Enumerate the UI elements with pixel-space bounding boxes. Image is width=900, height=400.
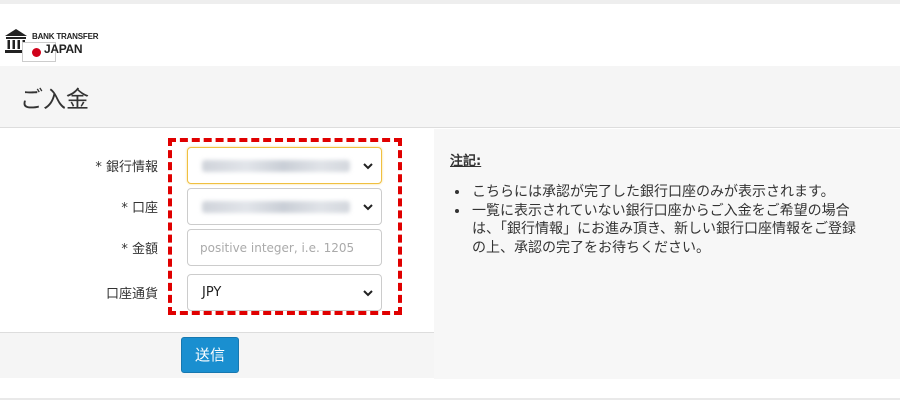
logo-text-line1: BANK TRANSFER xyxy=(32,32,99,41)
account-label: * 口座 xyxy=(121,201,158,216)
top-strip xyxy=(0,0,900,4)
logo-text-line2: JAPAN xyxy=(44,42,83,56)
page-title: ご入金 xyxy=(20,87,89,113)
form-footer: 送信 xyxy=(0,332,434,378)
notes-list: こちらには承認が完了した銀行口座のみが表示されます。 一覧に表示されていない銀行… xyxy=(470,183,865,257)
notes-title: 注記: xyxy=(450,154,482,169)
logo[interactable]: BANK TRANSFER JAPAN xyxy=(4,28,114,64)
notes-item: 一覧に表示されていない銀行口座からご入金をご希望の場合は、「銀行情報」にお進み頂… xyxy=(470,202,865,258)
notes-item: こちらには承認が完了した銀行口座のみが表示されます。 xyxy=(470,183,865,202)
notes-panel: 注記: こちらには承認が完了した銀行口座のみが表示されます。 一覧に表示されてい… xyxy=(434,129,900,379)
currency-label: 口座通貨 xyxy=(105,287,158,302)
amount-label: * 金額 xyxy=(121,242,158,257)
bank-info-label: * 銀行情報 xyxy=(95,160,158,175)
highlight-box xyxy=(168,138,402,315)
submit-button[interactable]: 送信 xyxy=(181,337,239,373)
title-bar: ご入金 xyxy=(0,66,900,128)
